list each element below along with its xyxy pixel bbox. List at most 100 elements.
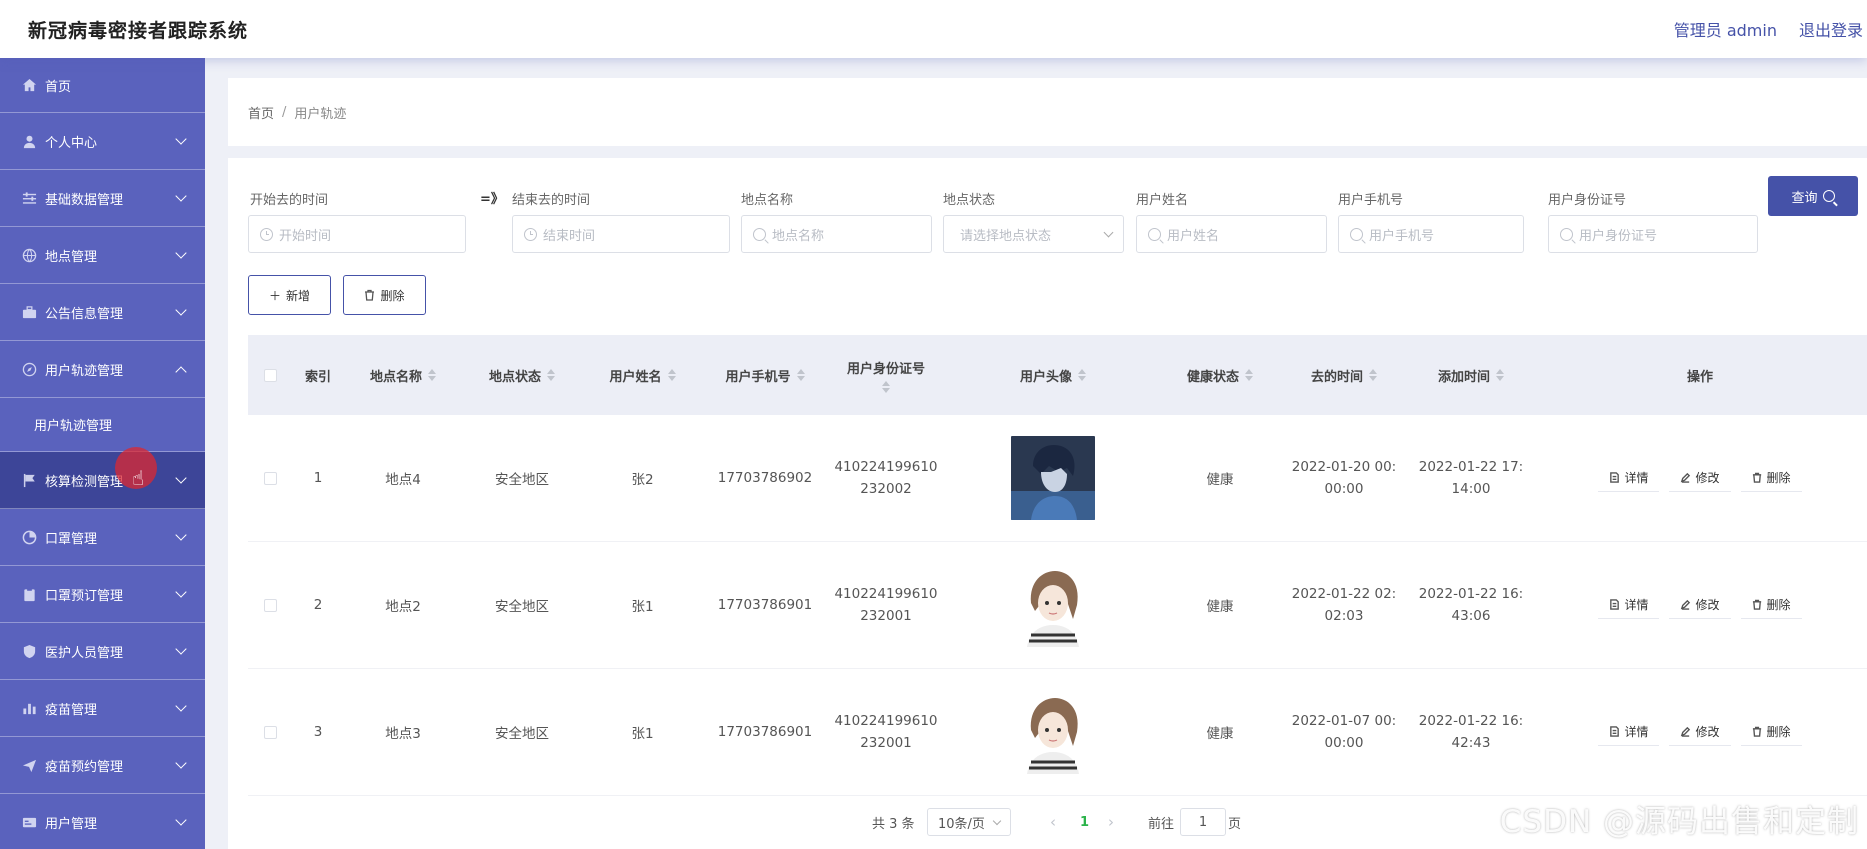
user-phone-input[interactable]: 用户手机号 [1338,215,1524,253]
col-status-label: 地点状态 [488,369,541,385]
avatar[interactable] [1011,690,1095,774]
sidebar-item[interactable]: 地点管理 [0,227,205,284]
delete-button[interactable]: 删除 [343,275,426,315]
user-name-placeholder: 用户姓名 [1167,228,1220,244]
sidebar-item[interactable]: 医护人员管理 [0,623,205,680]
sort-icon[interactable] [1369,369,1377,381]
detail-button[interactable]: 详情 [1598,718,1660,746]
sort-icon[interactable] [796,369,805,381]
avatar[interactable] [1011,436,1095,520]
row-checkbox[interactable] [263,598,277,612]
sidebar-item-label: 医护人员管理 [45,645,124,661]
col-place[interactable]: 地点名称 [344,366,462,385]
detail-button[interactable]: 详情 [1598,464,1660,492]
col-status[interactable]: 地点状态 [462,366,582,385]
cell-phone: 17703786901 [703,724,827,740]
detail-button-label: 详情 [1624,725,1649,739]
add-button[interactable]: ＋ 新增 [248,275,331,315]
chevron-down-icon [175,757,187,769]
edit-button[interactable]: 修改 [1669,718,1731,746]
row-checkbox[interactable] [263,471,277,485]
breadcrumb-home[interactable]: 首页 [248,103,274,122]
sidebar-item-label: 基础数据管理 [45,192,124,208]
table-row[interactable]: 1 地点4 安全地区 张2 17703786902 410224199610 232002 健… [248,415,1867,542]
start-time-input[interactable]: 开始时间 [248,215,466,253]
user-id-input[interactable]: 用户身份证号 [1548,215,1758,253]
sidebar-item[interactable]: 首页 [0,58,205,113]
cell-place: 地点3 [344,722,462,742]
chevron-down-icon [992,816,1002,826]
page-size-select[interactable]: 10条/页 [927,808,1011,836]
next-page-icon[interactable]: › [1108,808,1114,836]
page-1-button[interactable]: 1 [1080,808,1089,836]
query-button-label: 查询 [1791,190,1818,206]
cell-idno-line2: 232002 [860,481,912,497]
select-all-cell[interactable] [248,368,292,382]
end-time-input[interactable]: 结束时间 [512,215,730,253]
admin-label[interactable]: 管理员 admin [1674,17,1777,41]
sidebar-item[interactable]: 疫苗预约管理 [0,737,205,794]
col-add-time[interactable]: 添加时间 [1409,366,1533,385]
cell-idno-line1: 410224199610 [834,713,938,729]
sort-icon[interactable] [882,380,890,393]
cell-avatar [945,563,1161,647]
cell-ops: 详情 修改 删除 [1533,591,1867,619]
sort-icon[interactable] [1078,369,1086,381]
row-delete-button[interactable]: 删除 [1740,591,1802,619]
range-arrow: =》 [480,192,504,207]
row-checkbox[interactable] [263,725,277,739]
cell-status: 安全地区 [462,468,582,488]
user-name-input[interactable]: 用户姓名 [1136,215,1327,253]
briefcase-icon [20,303,38,321]
prev-page-icon[interactable]: ‹ [1050,808,1056,836]
col-name[interactable]: 用户姓名 [582,366,703,385]
query-button[interactable]: 查询 [1768,176,1858,216]
search-icon [1822,190,1835,202]
sliders-icon [20,189,38,207]
sort-icon[interactable] [667,369,676,381]
sort-icon[interactable] [428,369,436,381]
cell-phone-text: 17703786901 [717,597,813,613]
row-delete-button[interactable]: 删除 [1740,464,1802,492]
user-id-placeholder: 用户身份证号 [1579,228,1658,244]
col-phone[interactable]: 用户手机号 [703,366,827,385]
sidebar-item[interactable]: 口罩预订管理 [0,566,205,623]
sidebar-item[interactable]: 用户轨迹管理 [0,341,205,398]
sidebar-item[interactable]: 疫苗管理 [0,680,205,737]
document-icon [1610,472,1620,483]
select-all-checkbox[interactable] [263,368,277,382]
goto-page-input[interactable]: 1 [1180,808,1226,836]
sidebar-item[interactable]: 核算检测管理 [0,452,205,509]
cell-idno-line1: 410224199610 [834,586,938,602]
detail-button-label: 详情 [1624,471,1649,485]
place-name-input[interactable]: 地点名称 [741,215,932,253]
sidebar-item[interactable]: 口罩管理 [0,509,205,566]
start-time-placeholder: 开始时间 [279,228,332,244]
cell-go-time-line1: 2022-01-22 02: [1291,586,1397,602]
place-status-select[interactable]: 请选择地点状态 [943,215,1124,253]
sidebar-item[interactable]: 基础数据管理 [0,170,205,227]
edit-button[interactable]: 修改 [1669,464,1731,492]
sidebar-item[interactable]: 个人中心 [0,113,205,170]
table-row[interactable]: 3 地点3 安全地区 张1 17703786901 410224199610 232001 健… [248,669,1867,796]
logout-link[interactable]: 退出登录 [1799,17,1863,41]
cell-idno: 410224199610 232001 [827,710,945,754]
table-header: 索引 地点名称 地点状态 用户姓名 用户手机号 用户身份证号 用户头像 健康状态… [248,335,1867,415]
col-health[interactable]: 健康状态 [1161,366,1279,385]
cell-place: 地点2 [344,595,462,615]
detail-button[interactable]: 详情 [1598,591,1660,619]
col-avatar[interactable]: 用户头像 [945,366,1161,385]
table-row[interactable]: 2 地点2 安全地区 张1 17703786901 410224199610 232001 健… [248,542,1867,669]
col-name-label: 用户姓名 [609,369,662,385]
sidebar-item[interactable]: 公告信息管理 [0,284,205,341]
col-idno[interactable]: 用户身份证号 [827,358,945,393]
sort-icon[interactable] [1245,369,1253,381]
row-delete-button[interactable]: 删除 [1740,718,1802,746]
sort-icon[interactable] [1496,369,1504,381]
col-go-time[interactable]: 去的时间 [1279,366,1409,385]
sort-icon[interactable] [547,369,555,381]
edit-button[interactable]: 修改 [1669,591,1731,619]
submenu-item-track[interactable]: 用户轨迹管理 [0,398,205,452]
avatar[interactable] [1011,563,1095,647]
cell-add-time: 2022-01-22 17: 14:00 [1409,456,1533,500]
